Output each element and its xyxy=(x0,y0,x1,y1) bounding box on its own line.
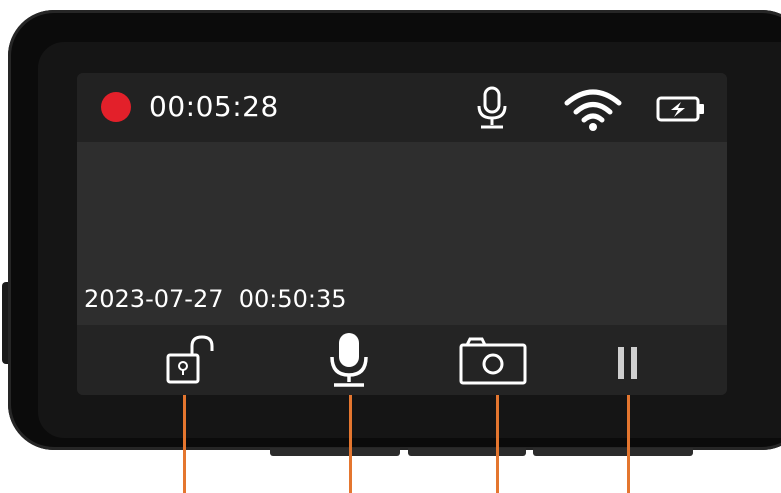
microphone-button[interactable] xyxy=(327,331,371,389)
recording-indicator xyxy=(101,92,131,122)
lock-button[interactable] xyxy=(165,335,227,387)
callout-line-lock xyxy=(183,395,186,493)
bottom-notch xyxy=(533,448,693,456)
bottom-notch xyxy=(408,448,526,456)
snapshot-button[interactable] xyxy=(459,337,529,387)
pause-button[interactable] xyxy=(615,345,643,381)
bottom-notch xyxy=(270,448,400,456)
recording-time: 00:05:28 xyxy=(149,90,279,123)
callout-line-snapshot xyxy=(496,395,499,493)
camera-screen: 00:05:28 2023-07-27 00:50:35 xyxy=(77,73,727,395)
callout-line-pause xyxy=(627,395,630,493)
dashcam-illustration: 00:05:28 2023-07-27 00:50:35 xyxy=(0,0,781,493)
control-bar xyxy=(77,325,727,395)
status-bar: 00:05:28 xyxy=(77,73,727,142)
date-time-overlay: 2023-07-27 00:50:35 xyxy=(84,285,347,313)
battery-charging-icon xyxy=(656,96,704,122)
device-bottom-edge xyxy=(0,448,781,458)
microphone-icon xyxy=(477,86,507,129)
wifi-icon xyxy=(564,89,622,131)
callout-line-microphone xyxy=(349,395,352,493)
